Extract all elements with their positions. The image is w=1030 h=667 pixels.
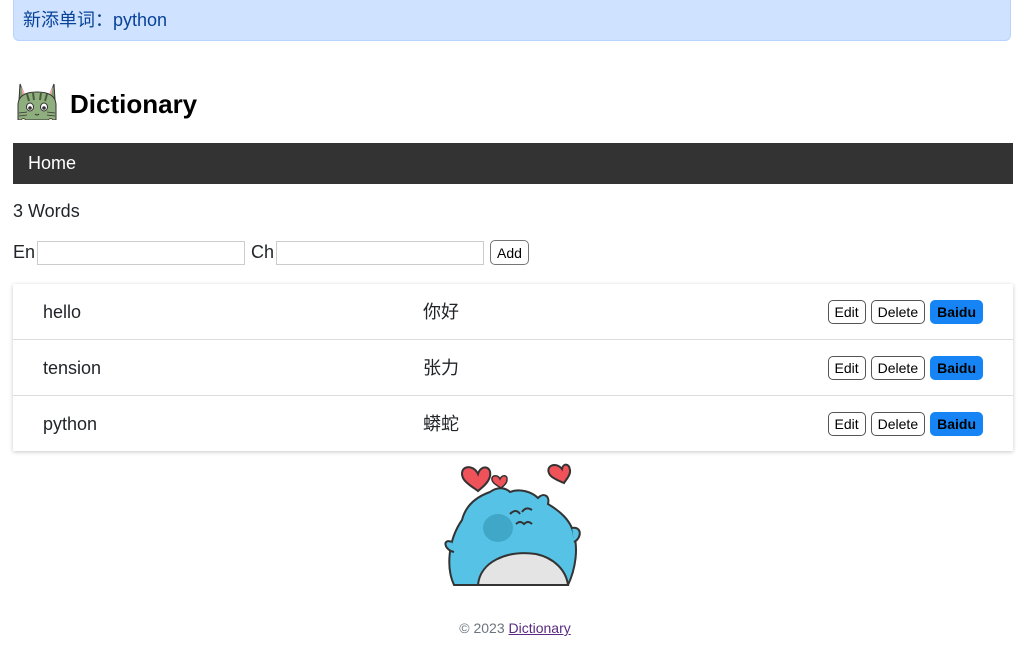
word-en: tension xyxy=(43,358,102,378)
word-count: 3 Words xyxy=(13,201,80,221)
edit-button[interactable]: Edit xyxy=(827,300,866,324)
word-list: hello 你好 Edit Delete Baidu tension 张力 Ed… xyxy=(13,284,1013,451)
cat-icon xyxy=(17,83,57,120)
row-actions: Edit Delete Baidu xyxy=(827,356,983,380)
navbar: Home xyxy=(13,143,1013,184)
word-en: hello xyxy=(43,302,82,322)
word-row: python 蟒蛇 Edit Delete Baidu xyxy=(13,396,1013,451)
mascot-image xyxy=(440,458,585,591)
word-row: tension 张力 Edit Delete Baidu xyxy=(13,340,1013,396)
edit-button[interactable]: Edit xyxy=(827,356,866,380)
ch-input[interactable] xyxy=(276,240,485,265)
word-ch: 张力 xyxy=(423,358,459,378)
footer-dictionary-link[interactable]: Dictionary xyxy=(509,620,571,636)
baidu-button[interactable]: Baidu xyxy=(930,300,983,324)
ch-label: Ch xyxy=(251,242,275,262)
add-word-form: En Ch Add xyxy=(13,240,529,265)
en-input[interactable] xyxy=(37,240,246,265)
en-label: En xyxy=(13,242,36,262)
word-en: python xyxy=(43,414,98,434)
nav-home-link[interactable]: Home xyxy=(13,143,76,184)
word-row: hello 你好 Edit Delete Baidu xyxy=(13,284,1013,340)
blue-dinosaur-icon xyxy=(444,463,581,586)
word-ch: 你好 xyxy=(423,302,459,322)
copyright-text: © 2023 xyxy=(459,620,505,636)
word-ch: 蟒蛇 xyxy=(423,414,459,434)
flash-message: 新添单词：python xyxy=(13,0,1011,41)
delete-button[interactable]: Delete xyxy=(870,300,926,324)
edit-button[interactable]: Edit xyxy=(827,412,866,436)
row-actions: Edit Delete Baidu xyxy=(827,300,983,324)
site-title: Dictionary xyxy=(70,89,198,119)
baidu-button[interactable]: Baidu xyxy=(930,412,983,436)
row-actions: Edit Delete Baidu xyxy=(827,412,983,436)
delete-button[interactable]: Delete xyxy=(870,412,926,436)
add-button[interactable]: Add xyxy=(490,240,529,265)
brand: Dictionary xyxy=(15,70,197,120)
baidu-button[interactable]: Baidu xyxy=(930,356,983,380)
footer: © 2023 Dictionary xyxy=(0,619,1030,637)
delete-button[interactable]: Delete xyxy=(870,356,926,380)
